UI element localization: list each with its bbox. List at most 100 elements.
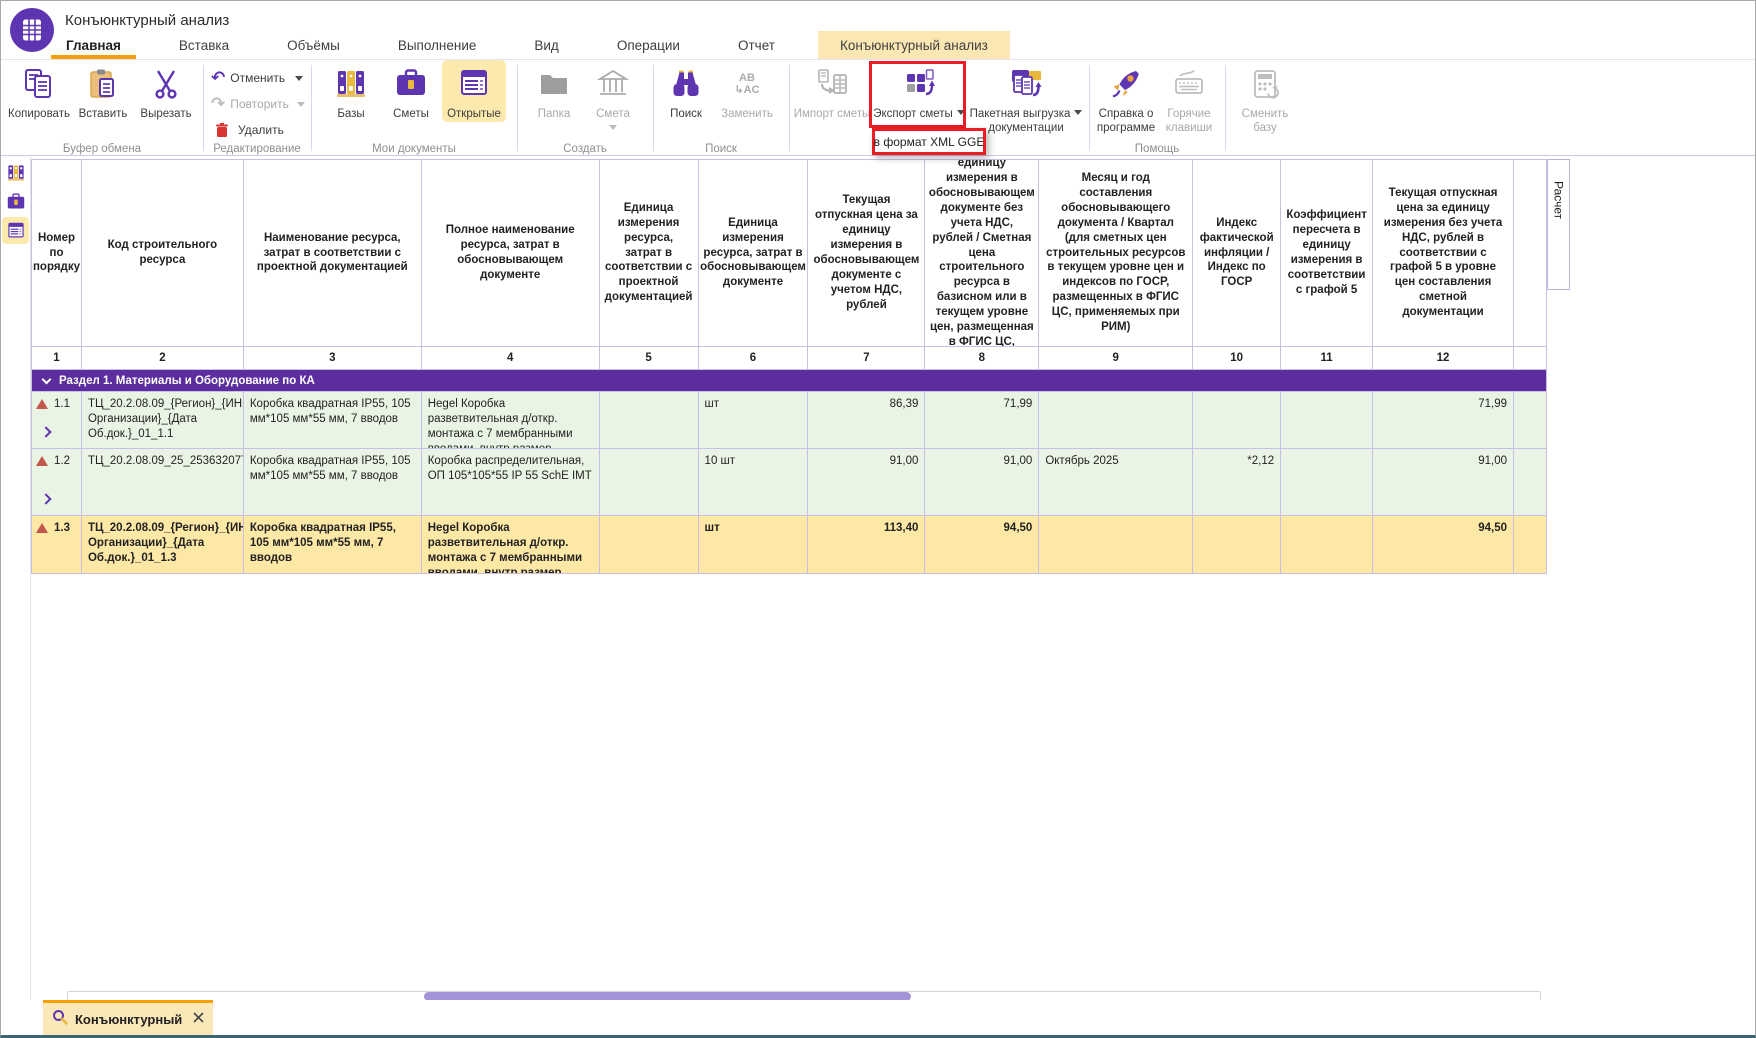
keyboard-icon	[1172, 63, 1206, 105]
tab-obyomy[interactable]: Объёмы	[272, 31, 355, 59]
rocket-icon	[1109, 63, 1143, 105]
import-estimate-button[interactable]: Импорт сметы	[792, 60, 872, 122]
conversion-coef-cell[interactable]	[1281, 449, 1373, 516]
estimates-button[interactable]: Сметы	[380, 60, 442, 122]
document-tab[interactable]: Конъюнктурный ...	[43, 1000, 213, 1035]
month-year-cell[interactable]	[1039, 516, 1193, 574]
undo-dropdown-caret-icon[interactable]	[295, 76, 303, 81]
search-button[interactable]: Поиск	[660, 60, 712, 122]
column-number: 12	[1373, 347, 1514, 370]
column-header: Текущая отпускная цена за единицу измере…	[1373, 160, 1514, 347]
tab-glavnaya[interactable]: Главная	[51, 31, 136, 59]
group-label-editing: Редактирование	[205, 143, 309, 155]
inflation-index-cell[interactable]	[1193, 392, 1281, 449]
price-with-vat-cell[interactable]: 113,40	[808, 516, 925, 574]
price-without-vat-cell[interactable]: 71,99	[925, 392, 1039, 449]
calc-side-tab[interactable]: Расчет	[1547, 159, 1570, 241]
tab-otchet[interactable]: Отчет	[723, 31, 790, 59]
new-folder-button[interactable]: Папка	[526, 60, 582, 122]
folder-icon	[537, 63, 571, 105]
unit-project-cell[interactable]	[600, 516, 699, 574]
row-number-cell[interactable]: 1.1	[32, 392, 82, 449]
export-estimate-label-line: Экспорт сметы	[873, 108, 965, 122]
expand-chevron-icon[interactable]	[40, 493, 51, 504]
resource-name-cell[interactable]: Коробка квадратная IP55, 105 мм*105 мм*5…	[244, 516, 422, 574]
sidebar-open-documents-icon[interactable]	[2, 217, 29, 244]
copy-button[interactable]: Копировать	[7, 60, 71, 122]
tab-vypolnenie[interactable]: Выполнение	[383, 31, 492, 59]
export-estimate-button[interactable]: Экспорт сметы	[872, 60, 966, 122]
price-col5-cell[interactable]: 71,99	[1373, 392, 1514, 449]
expand-chevron-icon[interactable]	[40, 426, 51, 437]
inflation-index-cell[interactable]	[1193, 516, 1281, 574]
sidebar-estimates-icon[interactable]	[2, 188, 29, 215]
price-col5-cell[interactable]: 94,50	[1373, 516, 1514, 574]
resource-fullname-cell[interactable]: Hegel Коробка разветвительная д/откр. мо…	[422, 516, 600, 574]
replace-icon-top: AB	[734, 72, 759, 84]
conversion-coef-cell[interactable]	[1281, 516, 1373, 574]
empty-cell[interactable]	[1514, 516, 1547, 574]
change-base-button[interactable]: Сменить базу	[1232, 60, 1298, 135]
price-without-vat-cell[interactable]: 91,00	[925, 449, 1039, 516]
price-col5-cell[interactable]: 91,00	[1373, 449, 1514, 516]
bases-button[interactable]: Базы	[322, 60, 380, 122]
column-header: Единица измерения ресурса, затрат в обос…	[699, 160, 809, 347]
column-header: Номер по порядку	[32, 160, 82, 347]
cut-button[interactable]: Вырезать	[135, 60, 197, 122]
resource-code-cell[interactable]: ТЦ_20.2.08.09_{Регион}_{ИНН Организации}…	[82, 516, 244, 574]
row-number: 1.3	[54, 521, 70, 536]
column-numbers-row: 1 2 3 4 5 6 7 8 9 10 11 12	[32, 347, 1547, 370]
empty-cell[interactable]	[1514, 449, 1547, 516]
resource-code-cell[interactable]: ТЦ_20.2.08.09_25_2536320775_22.10.2025_0…	[82, 449, 244, 516]
about-button[interactable]: Справка о программе	[1094, 60, 1158, 135]
new-estimate-button[interactable]: Смета	[582, 60, 644, 130]
open-documents-button[interactable]: Открытые	[442, 60, 506, 122]
group-change-base: Сменить базу	[1227, 60, 1303, 156]
sidebar-bases-icon[interactable]	[2, 159, 29, 186]
tab-konyunkturny-analiz[interactable]: Конъюнктурный анализ	[818, 31, 1010, 59]
resource-fullname-cell[interactable]: Коробка распределительная, ОП 105*105*55…	[422, 449, 600, 516]
resource-code-cell[interactable]: ТЦ_20.2.08.09_{Регион}_{ИНН Организации}…	[82, 392, 244, 449]
unit-project-cell[interactable]	[600, 449, 699, 516]
month-year-cell[interactable]	[1039, 392, 1193, 449]
price-with-vat-cell[interactable]: 86,39	[808, 392, 925, 449]
tab-operacii[interactable]: Операции	[602, 31, 695, 59]
unit-document-cell[interactable]: 10 шт	[699, 449, 809, 516]
redo-button[interactable]: ↷ Повторить	[211, 91, 309, 117]
tab-vid[interactable]: Вид	[519, 31, 573, 59]
month-year-cell[interactable]: Октябрь 2025	[1039, 449, 1193, 516]
price-without-vat-cell[interactable]: 94,50	[925, 516, 1039, 574]
unit-document-cell[interactable]: шт	[699, 392, 809, 449]
left-sidebar	[1, 157, 31, 1003]
unit-project-cell[interactable]	[600, 392, 699, 449]
section-collapse-chevron-icon[interactable]	[42, 374, 52, 384]
export-menu-item-xml-gge[interactable]: в формат XML GGE	[872, 128, 986, 155]
resource-name-cell[interactable]: Коробка квадратная IP55, 105 мм*105 мм*5…	[244, 392, 422, 449]
bases-icon	[334, 63, 368, 105]
hotkeys-button[interactable]: Горячие клавиши	[1158, 60, 1220, 135]
section-row[interactable]: Раздел 1. Материалы и Оборудование по КА	[32, 370, 1547, 392]
row-number-cell[interactable]: 1.2	[32, 449, 82, 516]
conversion-coef-cell[interactable]	[1281, 392, 1373, 449]
delete-button[interactable]: Удалить	[211, 117, 309, 143]
empty-cell[interactable]	[1514, 392, 1547, 449]
binoculars-icon	[669, 63, 703, 105]
paste-button[interactable]: Вставить	[71, 60, 135, 122]
tab-vstavka[interactable]: Вставка	[164, 31, 244, 59]
warning-triangle-icon	[36, 456, 48, 466]
batch-upload-caret-icon[interactable]	[1074, 110, 1082, 115]
close-tab-icon[interactable]	[193, 1010, 204, 1028]
replace-button[interactable]: AB↳AC Заменить	[712, 60, 782, 122]
column-header: Коэффициент пересчета в единицу измерени…	[1281, 160, 1373, 347]
row-number-cell[interactable]: 1.3	[32, 516, 82, 574]
batch-upload-button[interactable]: Пакетная выгрузка документации	[966, 60, 1086, 135]
resource-fullname-cell[interactable]: Hegel Коробка разветвительная д/откр. мо…	[422, 392, 600, 449]
column-number: 4	[422, 347, 600, 370]
undo-button[interactable]: ↶ Отменить	[211, 65, 309, 91]
resource-name-cell[interactable]: Коробка квадратная IP55, 105 мм*105 мм*5…	[244, 449, 422, 516]
inflation-index-cell[interactable]: *2,12	[1193, 449, 1281, 516]
price-with-vat-cell[interactable]: 91,00	[808, 449, 925, 516]
table-header-row: Номер по порядку Код строительного ресур…	[32, 160, 1547, 347]
unit-document-cell[interactable]: шт	[699, 516, 809, 574]
export-caret-icon[interactable]	[957, 110, 965, 115]
